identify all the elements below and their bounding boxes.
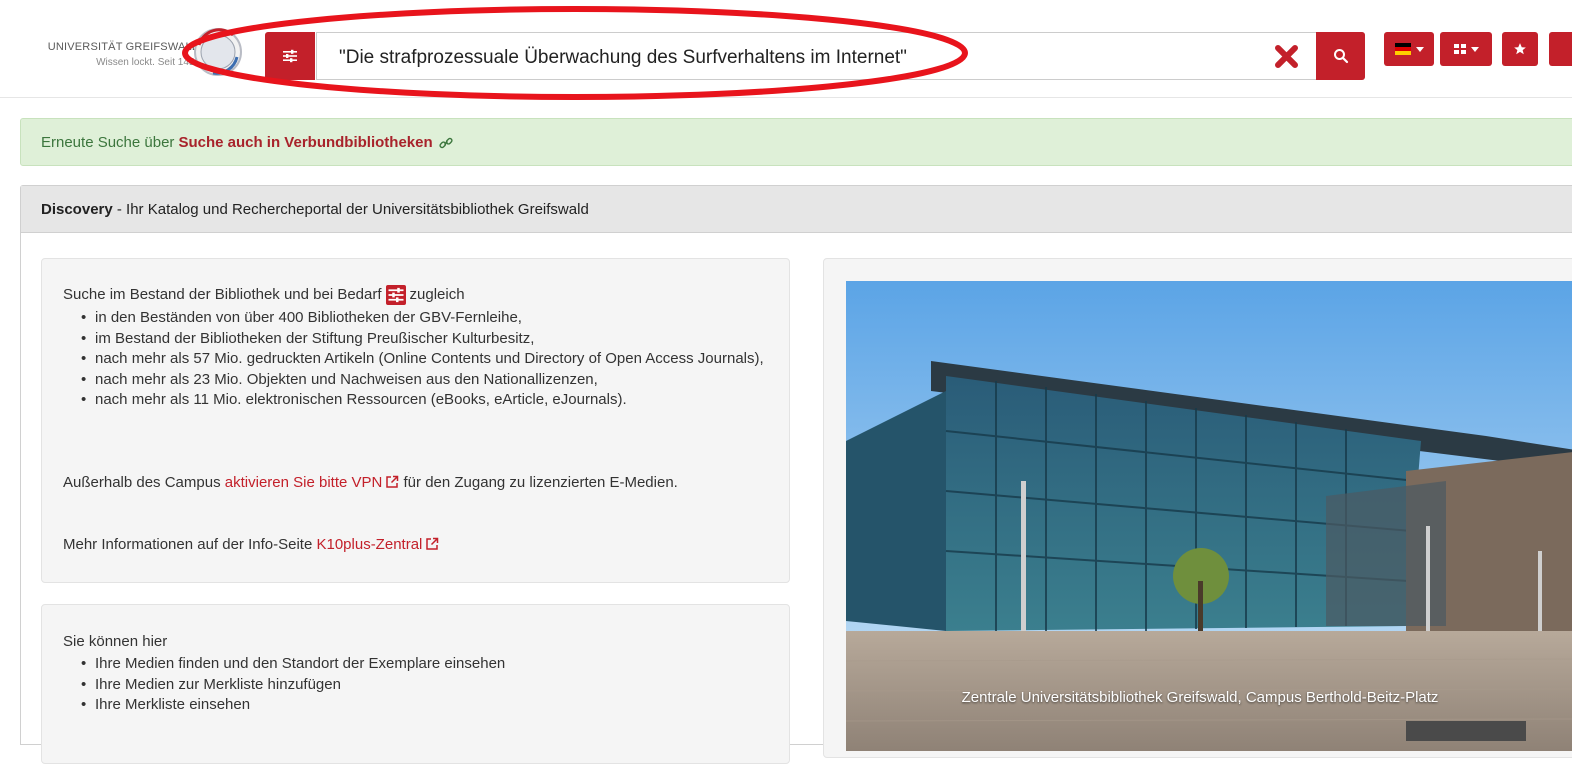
features-intro: Sie können hier [63,633,168,650]
sliders-icon [385,285,406,305]
logo-name: UNIVERSITÄT GREIFSWALD [47,41,200,53]
photo-caption: Zentrale Universitätsbibliothek Greifswa… [961,689,1439,706]
view-dropdown[interactable] [1440,32,1492,66]
discovery-title-rest: - Ihr Katalog und Rechercheportal der Un… [112,201,589,218]
vpn-notice: Außerhalb des Campus aktivieren Sie bitt… [63,473,763,493]
link-icon [439,137,453,148]
vpn-link[interactable]: aktivieren Sie bitte VPN [225,474,383,491]
list-item: in den Beständen von über 400 Bibliothek… [81,308,793,329]
discovery-heading: Discovery - Ihr Katalog und Recherchepor… [21,186,1572,233]
list-item: Ihre Medien finden und den Standort der … [81,654,793,675]
list-item: nach mehr als 23 Mio. Objekten und Nachw… [81,370,793,391]
scope-intro-after: zugleich [409,286,465,303]
discovery-title-bold: Discovery [41,201,113,218]
grid-icon [1453,44,1466,54]
header: UNIVERSITÄT GREIFSWALD Wissen lockt. Sei… [0,0,1572,100]
list-item: nach mehr als 57 Mio. gedruckten Artikel… [81,349,793,370]
search-input[interactable]: "Die strafprozessuale Überwachung des Su… [316,32,1365,80]
account-button[interactable] [1549,32,1572,66]
list-item: Ihre Merkliste einsehen [81,695,793,716]
library-photo: Zentrale Universitätsbibliothek Greifswa… [846,281,1572,751]
chevron-down-icon [1415,46,1424,52]
scope-intro: Suche im Bestand der Bibliothek und bei … [63,285,465,305]
search-scope-info: Suche im Bestand der Bibliothek und bei … [41,258,790,583]
clear-search-icon[interactable] [1274,43,1300,69]
features-list: Ihre Medien finden und den Standort der … [63,654,793,716]
language-dropdown[interactable] [1384,32,1434,66]
library-photo-panel: Zentrale Universitätsbibliothek Greifswa… [823,258,1572,758]
university-logo[interactable]: UNIVERSITÄT GREIFSWALD Wissen lockt. Sei… [20,40,200,70]
federated-search-alert: Erneute Suche über Suche auch in Verbund… [20,118,1572,166]
list-item: nach mehr als 11 Mio. elektronischen Res… [81,390,793,411]
logo-tagline: Wissen lockt. Seit 1456 [96,57,200,68]
more-info: Mehr Informationen auf der Info-Seite K1… [63,535,439,555]
list-item: im Bestand der Bibliotheken der Stiftung… [81,329,793,350]
library-building-image [846,281,1572,751]
alert-prefix: Erneute Suche über [41,134,175,151]
star-icon [1514,43,1526,55]
chevron-down-icon [1470,46,1479,52]
vpn-before: Außerhalb des Campus [63,474,221,491]
search-in-union-libraries-link[interactable]: Suche auch in Verbundbibliotheken [178,134,432,151]
search-icon [1333,49,1348,64]
list-item: Ihre Medien zur Merkliste hinzufügen [81,675,793,696]
more-info-before: Mehr Informationen auf der Info-Seite [63,536,313,553]
scope-list: in den Beständen von über 400 Bibliothek… [63,308,793,411]
external-link-icon [426,537,439,550]
features-info: Sie können hier Ihre Medien finden und d… [41,604,790,764]
search-query-text: "Die strafprozessuale Überwachung des Su… [339,47,907,68]
sliders-icon [283,49,297,63]
search-filter-button[interactable] [265,32,315,80]
external-link-icon [386,475,399,488]
scope-intro-before: Suche im Bestand der Bibliothek und bei … [63,286,382,303]
k10plus-link[interactable]: K10plus-Zentral [316,536,422,553]
vpn-after: für den Zugang zu lizenzierten E-Medien. [403,474,678,491]
discovery-panel: Discovery - Ihr Katalog und Recherchepor… [20,185,1572,764]
german-flag-icon [1394,43,1411,55]
university-seal-icon [194,28,242,76]
discovery-title: Discovery - Ihr Katalog und Recherchepor… [41,201,589,218]
search-button[interactable] [1316,32,1365,80]
favorites-button[interactable] [1502,32,1538,66]
